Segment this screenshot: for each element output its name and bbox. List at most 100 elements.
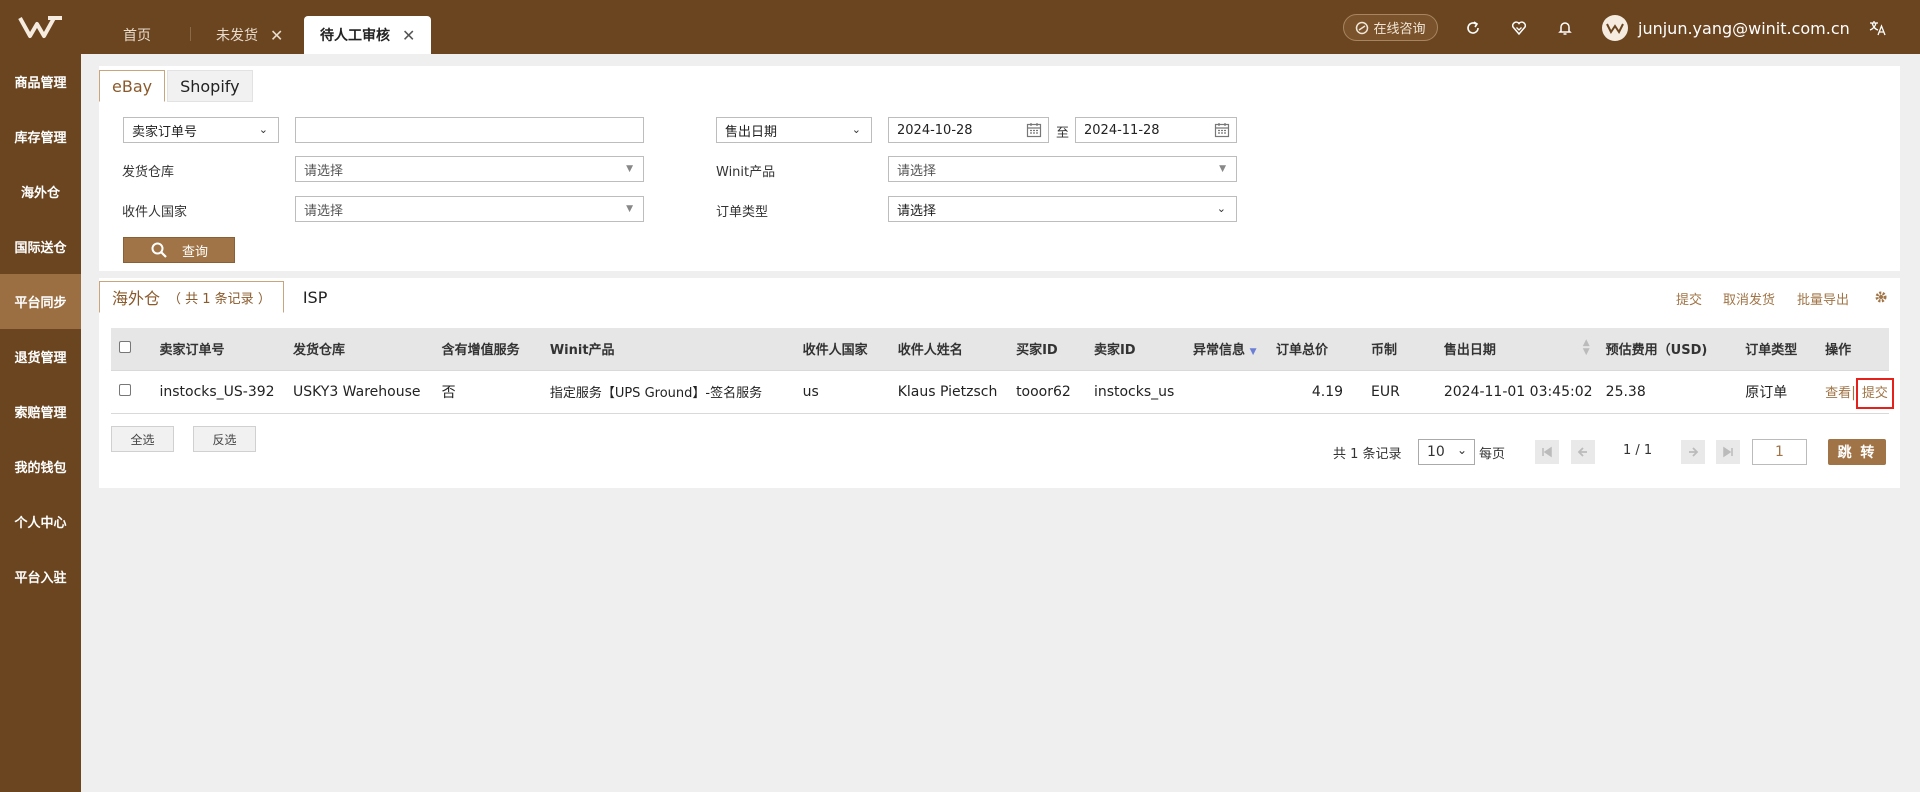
- filter-icon[interactable]: ▼: [1250, 347, 1257, 357]
- caret-down-icon: ▼: [626, 204, 633, 214]
- caret-down-icon: ▼: [1219, 164, 1226, 174]
- date-type-select[interactable]: 售出日期 ⌄: [716, 117, 872, 143]
- winit-product-select-placeholder: 请选择: [897, 163, 937, 179]
- country-select-placeholder: 请选择: [304, 203, 344, 219]
- sidebar-item-product[interactable]: 商品管理: [0, 54, 81, 109]
- page-size-value: 10: [1427, 444, 1445, 460]
- page-size-select[interactable]: 10 ⌄: [1418, 439, 1475, 465]
- table-row: instocks_US-392 USKY3 Warehouse 否 指定服务【U…: [111, 370, 1894, 414]
- col-exception-label: 异常信息: [1193, 343, 1246, 359]
- warehouse-label: 发货仓库: [122, 165, 175, 180]
- user-email: junjun.yang@winit.com.cn: [1638, 18, 1850, 38]
- tab-unshipped[interactable]: 未发货 ✕: [216, 16, 283, 54]
- online-consult-button[interactable]: 在线咨询: [1343, 14, 1438, 41]
- tab-unshipped-label: 未发货: [216, 28, 258, 44]
- orders-table: 卖家订单号 发货仓库 含有增值服务 Winit产品 收件人国家 收件人姓名 买家…: [111, 328, 1894, 414]
- tab-isp[interactable]: ISP: [289, 281, 341, 313]
- sidebar-item-personal[interactable]: 个人中心: [0, 494, 81, 549]
- chevron-down-icon: ⌄: [1456, 443, 1467, 457]
- sidebar-item-overseas[interactable]: 海外仓: [0, 164, 81, 219]
- sidebar-item-returns[interactable]: 退货管理: [0, 329, 81, 384]
- cancel-shipment-link[interactable]: 取消发货: [1723, 289, 1775, 308]
- submit-row-link[interactable]: 提交: [1855, 378, 1894, 409]
- col-sold-date[interactable]: 售出日期 ▲ ▼: [1435, 328, 1598, 371]
- sidebar-item-platform-sync[interactable]: 平台同步: [0, 274, 81, 329]
- refresh-icon[interactable]: [1463, 18, 1483, 38]
- favorite-icon[interactable]: [1509, 18, 1529, 38]
- warehouse-select[interactable]: 请选择 ▼: [295, 156, 644, 182]
- date-type-select-value: 售出日期: [725, 124, 778, 140]
- calendar-icon[interactable]: [1214, 122, 1230, 138]
- sidebar-item-wallet[interactable]: 我的钱包: [0, 439, 81, 494]
- cell-country: us: [794, 370, 890, 414]
- tab-ebay[interactable]: eBay: [99, 70, 166, 102]
- chevron-down-icon: ⌄: [258, 123, 268, 136]
- query-button-label: 查询: [181, 244, 208, 260]
- batch-export-link[interactable]: 批量导出: [1797, 289, 1849, 308]
- close-icon[interactable]: ✕: [402, 26, 415, 45]
- tab-overseas-warehouse[interactable]: 海外仓 （ 共 1 条记录 ）: [99, 281, 284, 313]
- select-all-button[interactable]: 全选: [111, 426, 174, 452]
- cell-est-fee: 25.38: [1597, 370, 1738, 414]
- last-page-icon[interactable]: [1716, 440, 1740, 464]
- bell-icon[interactable]: [1555, 18, 1575, 38]
- jump-page-input[interactable]: 1: [1752, 439, 1807, 465]
- gear-icon[interactable]: [1874, 290, 1888, 304]
- cell-currency: EUR: [1363, 370, 1436, 414]
- jump-button[interactable]: 跳 转: [1828, 439, 1886, 465]
- chevron-down-icon: ⌄: [1216, 202, 1226, 215]
- cell-total: 4.19: [1267, 370, 1364, 414]
- order-number-input[interactable]: [295, 117, 644, 143]
- close-icon[interactable]: ✕: [270, 26, 283, 45]
- tab-shopify[interactable]: Shopify: [167, 70, 253, 102]
- order-field-select[interactable]: 卖家订单号 ⌄: [123, 117, 279, 143]
- sidebar-item-intl-delivery[interactable]: 国际送仓: [0, 219, 81, 274]
- calendar-icon[interactable]: [1026, 122, 1042, 138]
- search-icon: [151, 242, 167, 258]
- translate-icon[interactable]: [1868, 18, 1888, 38]
- tab-home[interactable]: 首页: [123, 16, 151, 54]
- select-all-header: [111, 328, 152, 371]
- tab-pending-review-label: 待人工审核: [320, 28, 390, 44]
- tab-home-label: 首页: [123, 28, 151, 44]
- col-total: 订单总价: [1267, 328, 1364, 371]
- next-page-icon[interactable]: [1681, 440, 1705, 464]
- pager-total: 共 1 条记录: [1333, 447, 1402, 462]
- winit-product-select[interactable]: 请选择 ▼: [888, 156, 1237, 182]
- cell-exception: [1185, 370, 1268, 414]
- user-menu[interactable]: junjun.yang@winit.com.cn: [1602, 14, 1850, 42]
- caret-down-icon: ▼: [626, 164, 633, 174]
- first-page-icon[interactable]: [1535, 440, 1559, 464]
- country-select[interactable]: 请选择 ▼: [295, 196, 644, 222]
- cell-buyer-id: tooor62: [1008, 370, 1086, 414]
- col-operation: 操作: [1817, 328, 1889, 371]
- sidebar-item-claims[interactable]: 索赔管理: [0, 384, 81, 439]
- chevron-down-icon: ⌄: [851, 123, 861, 136]
- date-from-input[interactable]: 2024-10-28: [888, 117, 1049, 143]
- date-to-input[interactable]: 2024-11-28: [1075, 117, 1237, 143]
- order-type-select[interactable]: 请选择 ⌄: [888, 196, 1237, 222]
- cell-seller-id: instocks_us: [1085, 370, 1186, 414]
- date-to-value: 2024-11-28: [1084, 122, 1160, 138]
- submit-link[interactable]: 提交: [1676, 289, 1702, 308]
- winit-logo[interactable]: [0, 0, 82, 54]
- sidebar: 商品管理 库存管理 海外仓 国际送仓 平台同步 退货管理 索赔管理 我的钱包 个…: [0, 54, 81, 792]
- sort-icon[interactable]: ▲ ▼: [1583, 339, 1590, 357]
- cell-value-added: 否: [433, 370, 542, 414]
- col-exception[interactable]: 异常信息 ▼: [1185, 328, 1268, 371]
- tab-pending-review[interactable]: 待人工审核 ✕: [304, 16, 432, 54]
- cell-sold-date: 2024-11-01 03:45:02: [1435, 370, 1598, 414]
- tab-overseas-warehouse-label: 海外仓: [112, 289, 161, 308]
- invert-select-button[interactable]: 反选: [193, 426, 256, 452]
- sidebar-item-inventory[interactable]: 库存管理: [0, 109, 81, 164]
- view-link[interactable]: 查看: [1825, 386, 1851, 401]
- sidebar-item-onboarding[interactable]: 平台入驻: [0, 549, 81, 604]
- prev-page-icon[interactable]: [1571, 440, 1595, 464]
- header-checkbox[interactable]: [119, 340, 131, 353]
- page-info: 1 / 1: [1623, 443, 1653, 458]
- query-button[interactable]: 查询: [123, 237, 235, 263]
- cell-seller-order-no: instocks_US-392: [151, 370, 285, 414]
- order-type-select-value: 请选择: [897, 203, 937, 219]
- row-checkbox[interactable]: [119, 383, 131, 396]
- col-buyer-id: 买家ID: [1008, 328, 1086, 371]
